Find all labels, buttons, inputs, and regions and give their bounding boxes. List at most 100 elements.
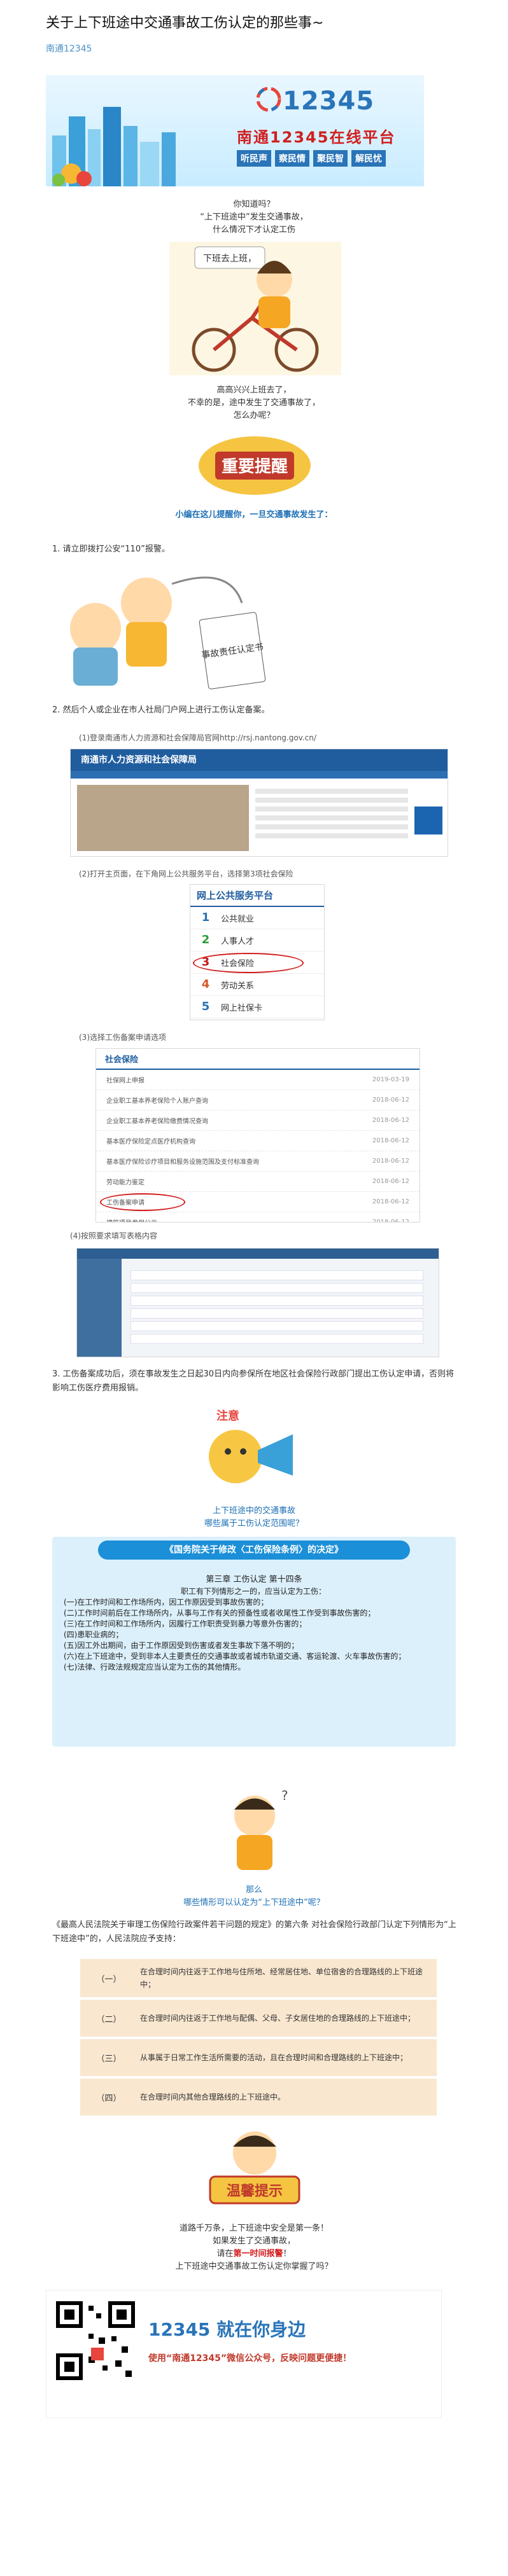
notice-mascot-illustration: 注意 bbox=[209, 1409, 293, 1483]
menu-number: 4 bbox=[201, 978, 210, 991]
qr-code-icon[interactable] bbox=[54, 2299, 137, 2382]
thinking-figure-illustration: ? bbox=[234, 1788, 288, 1870]
menu-label: 劳动关系 bbox=[221, 981, 255, 991]
slogan-item: 察民情 bbox=[275, 150, 309, 167]
rule-paragraph: 《最高人民法院关于审理工伤保险行政案件若干问题的规定》的第六条 对社会保险行政部… bbox=[52, 1920, 456, 1944]
social-insurance-list: 社会保险 社保网上申报 2019-03-19 企业职工基本养老保险个人账户查询 20… bbox=[95, 1048, 420, 1222]
question-main: 哪些情形可以认定为“上下班途中”呢？ bbox=[183, 1898, 325, 1908]
tips-line: 请在第一时间报警！ bbox=[0, 2248, 508, 2260]
list-item[interactable]: 基本医疗保险诊疗项目和服务设施范围及支付标准查询 2018-06-12 bbox=[96, 1151, 420, 1172]
intro-line: 你知道吗？ bbox=[233, 200, 275, 209]
menu-item-labor[interactable]: 4 劳动关系 bbox=[190, 974, 324, 996]
question-line: 哪些属于工伤认定范围呢？ bbox=[204, 1519, 304, 1528]
step-1: 1. 请立即拨打公安“110”报警。 bbox=[52, 544, 170, 554]
law-heading: 《国务院关于修改〈工伤保险条例〉的决定》 bbox=[98, 1541, 410, 1560]
list-item-title: 社保网上申报 bbox=[106, 1077, 145, 1084]
list-item[interactable]: 基本医疗保险定点医疗机构查询 2018-06-12 bbox=[96, 1131, 420, 1151]
banner-platform-name: 南通12345在线平台 bbox=[237, 128, 396, 146]
intro-line2: 不幸的是，途中发生了交通事故了， bbox=[187, 398, 320, 408]
table-key: （四） bbox=[96, 2093, 122, 2103]
slogan-item: 聚民智 bbox=[313, 150, 348, 167]
list-item[interactable]: 企业职工基本养老保险个人账户查询 2018-06-12 bbox=[96, 1090, 420, 1111]
list-item-injury-filing[interactable]: 工伤备案申请 2018-06-12 bbox=[96, 1192, 420, 1212]
intro-line: “上下班途中”发生交通事故， bbox=[200, 212, 308, 222]
form-sidebar bbox=[77, 1259, 122, 1357]
law-box: 《国务院关于修改〈工伤保险条例〉的决定》 第三章 工伤认定 第十四条 职工有下列… bbox=[52, 1537, 456, 1747]
important-reminder-stamp: 重要提醒 bbox=[196, 430, 313, 500]
list-item[interactable]: 劳动能力鉴定 2018-06-12 bbox=[96, 1172, 420, 1192]
header-banner: 12345 南通12345在线平台 听民声 察民情 聚民智 解民忧 bbox=[46, 75, 424, 186]
city-skyline-icon bbox=[52, 107, 176, 186]
list-item-title: 劳动能力鉴定 bbox=[106, 1179, 145, 1186]
step-2: 2. 然后个人或企业在市人社局门户网上进行工伤认定备案。 bbox=[52, 705, 270, 715]
law-chapter: 第三章 工伤认定 第十四条 bbox=[206, 1575, 302, 1584]
article-title: 关于上下班途中交通事故工伤认定的那些事~ bbox=[46, 15, 324, 31]
menu-label: 公共就业 bbox=[221, 914, 255, 924]
question-intro: 那么 bbox=[245, 1885, 262, 1895]
menu-number: 2 bbox=[201, 933, 210, 946]
site-title: 南通市人力资源和社会保障局 bbox=[71, 749, 448, 771]
slogan-item: 听民声 bbox=[237, 150, 271, 167]
table-row: （二） 在合理时间内往返于工作地与配偶、父母、子女居住地的合理路线的上下班途中； bbox=[80, 2000, 437, 2037]
tips-line: 如果发生了交通事故， bbox=[212, 2236, 295, 2246]
list-item[interactable]: 企业职工基本养老保险缴费情况查询 2018-06-12 bbox=[96, 1111, 420, 1131]
table-key: （三） bbox=[96, 2054, 122, 2064]
menu-item-talent[interactable]: 2 人事人才 bbox=[190, 929, 324, 952]
highlight-circle bbox=[193, 953, 304, 973]
list-item-date: 2019-03-19 bbox=[372, 1076, 409, 1083]
law-line: (一)在工作时间和工作场所内，因工作原因受到事故伤害的； bbox=[64, 1598, 269, 1607]
law-line: (四)患职业病的； bbox=[64, 1630, 123, 1639]
banner-slogans: 听民声 察民情 聚民智 解民忧 bbox=[237, 150, 386, 167]
reminder-line: 小编在这儿提醒你，一旦交通事故发生了： bbox=[175, 510, 333, 520]
footer-card: 12345 就在你身边 使用“南通12345”微信公众号，反映问题更便捷！ bbox=[46, 2290, 442, 2418]
list-item-date: 2018-06-12 bbox=[372, 1219, 409, 1222]
table-value: 从事属于日常工作生活所需要的活动，且在合理时间和合理路线的上下班途中； bbox=[140, 2053, 408, 2062]
tips-text: ！ bbox=[283, 2249, 292, 2259]
menu-item-card[interactable]: 5 网上社保卡 bbox=[190, 996, 324, 1018]
list-item-date: 2018-06-12 bbox=[372, 1178, 409, 1185]
list-item-date: 2018-06-12 bbox=[372, 1158, 409, 1165]
footer-headline: 12345 就在你身边 bbox=[148, 2319, 306, 2340]
table-row: （三） 从事属于日常工作生活所需要的活动，且在合理时间和合理路线的上下班途中； bbox=[80, 2039, 437, 2076]
stamp-text: 重要提醒 bbox=[222, 457, 288, 476]
step-2-sub-1: (1)登录南通市人力资源和社会保障局官网http://rsj.nantong.g… bbox=[79, 733, 316, 742]
law-line: (六)在上下班途中，受到非本人主要责任的交通事故或者城市轨道交通、客运轮渡、火车… bbox=[64, 1652, 406, 1661]
list-item-date: 2018-06-12 bbox=[372, 1097, 409, 1104]
table-row: （一） 在合理时间内往返于工作地与住所地、经常居住地、单位宿舍的合理路线的上下班途… bbox=[80, 1959, 437, 1997]
platform-screenshot: 网上公共服务平台 1 公共就业 2 人事人才 3 社会保险 4 劳动关系 5 网… bbox=[190, 884, 325, 1020]
list-title: 社会保险 bbox=[96, 1049, 420, 1070]
notice-word: 注意 bbox=[216, 1409, 239, 1423]
speech-bubble-text: 下班去上班， bbox=[203, 254, 257, 264]
list-item[interactable]: 建筑项目参保公示 2018-06-12 bbox=[96, 1212, 420, 1222]
article-source-link[interactable]: 南通12345 bbox=[46, 42, 92, 55]
list-item-title: 基本医疗保险定点医疗机构查询 bbox=[106, 1139, 195, 1146]
app-tile[interactable] bbox=[414, 807, 442, 834]
step-2-sub-3: (3)选择工伤备案申请选项 bbox=[79, 1033, 166, 1042]
article-page: 关于上下班途中交通事故工伤认定的那些事~ 南通12345 12345 南通123… bbox=[0, 0, 508, 2576]
step-3: 3. 工伤备案成功后，须在事故发生之日起30日内向参保所在地区社会保险行政部门提… bbox=[52, 1369, 455, 1393]
table-key: （二） bbox=[96, 2014, 122, 2025]
law-line: (七)法律、行政法规规定应当认定为工伤的其他情形。 bbox=[64, 1663, 246, 1672]
form-screenshot bbox=[76, 1248, 439, 1357]
menu-item-jobs[interactable]: 1 公共就业 bbox=[190, 907, 324, 929]
menu-number: 5 bbox=[201, 1000, 210, 1013]
megaphone-icon: 重要提醒 bbox=[199, 436, 311, 495]
intro-line2: 怎么办呢？ bbox=[233, 411, 275, 420]
menu-label: 网上社保卡 bbox=[221, 1003, 263, 1013]
site-screenshot: 南通市人力资源和社会保障局 bbox=[70, 749, 448, 857]
slogan-item: 解民忧 bbox=[351, 150, 386, 167]
tips-badge-text: 温馨提示 bbox=[227, 2183, 283, 2199]
question-line: 上下班途中的交通事故 bbox=[212, 1506, 295, 1516]
list-item-date: 2018-06-12 bbox=[372, 1117, 409, 1124]
list-item[interactable]: 社保网上申报 2019-03-19 bbox=[96, 1070, 420, 1090]
footer-subtitle: 使用“南通12345”微信公众号，反映问题更便捷！ bbox=[148, 2353, 352, 2364]
police-call-illustration: 事故责任认定书 bbox=[70, 576, 266, 689]
table-key: （一） bbox=[96, 1974, 122, 1984]
list-item-date: 2018-06-12 bbox=[372, 1137, 409, 1144]
menu-number: 1 bbox=[201, 911, 210, 924]
menu-item-social-insurance[interactable]: 3 社会保险 bbox=[190, 952, 324, 974]
step-2-sub-4: (4)按照要求填写表格内容 bbox=[70, 1231, 157, 1240]
banner-number: 12345 bbox=[283, 87, 375, 116]
table-value: 在合理时间内往返于工作地与住所地、经常居住地、单位宿舍的合理路线的上下班途中； bbox=[140, 1967, 423, 1989]
list-item-date: 2018-06-12 bbox=[372, 1198, 409, 1205]
